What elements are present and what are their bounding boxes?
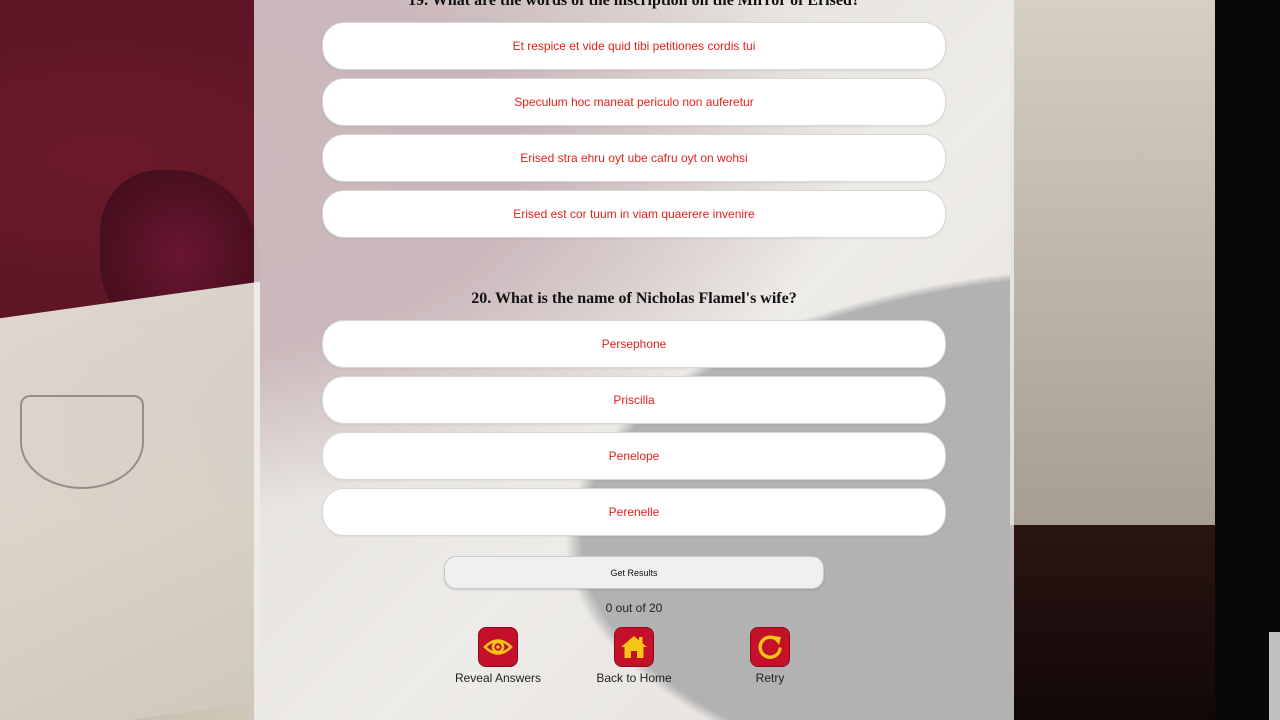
answer-20-b[interactable]: Priscilla [322, 376, 946, 424]
score-text: 0 out of 20 [605, 601, 663, 615]
reveal-answers-button[interactable] [478, 627, 518, 667]
answer-20-a[interactable]: Persephone [322, 320, 946, 368]
background-dark-edge [1215, 0, 1280, 720]
background-letter-left [0, 281, 260, 720]
background-letter-right [1010, 0, 1220, 525]
retry-label: Retry [755, 671, 785, 685]
back-to-home-label: Back to Home [596, 671, 672, 685]
answer-20-c[interactable]: Penelope [322, 432, 946, 480]
answer-19-a[interactable]: Et respice et vide quid tibi petitiones … [322, 22, 946, 70]
question-19-title: 19. What are the words of the inscriptio… [408, 0, 860, 9]
background-crest [20, 395, 144, 489]
get-results-button[interactable]: Get Results [444, 556, 824, 589]
background-shadow [1010, 525, 1220, 720]
eye-icon [483, 639, 513, 655]
home-icon [621, 636, 647, 658]
retry-button[interactable] [750, 627, 790, 667]
reveal-answers-label: Reveal Answers [454, 671, 542, 685]
answer-19-d[interactable]: Erised est cor tuum in viam quaerere inv… [322, 190, 946, 238]
retry-action[interactable]: Retry [700, 627, 840, 685]
question-20-title: 20. What is the name of Nicholas Flamel'… [471, 290, 797, 307]
answer-19-b[interactable]: Speculum hoc maneat periculo non auferet… [322, 78, 946, 126]
page-scrollbar[interactable] [1269, 632, 1280, 720]
answer-19-c[interactable]: Erised stra ehru oyt ube cafru oyt on wo… [322, 134, 946, 182]
quiz-panel: 19. What are the words of the inscriptio… [254, 0, 1014, 720]
retry-icon [758, 635, 782, 659]
back-to-home-button[interactable] [614, 627, 654, 667]
answer-20-d[interactable]: Perenelle [322, 488, 946, 536]
reveal-answers-action[interactable]: Reveal Answers [428, 627, 568, 685]
back-to-home-action[interactable]: Back to Home [564, 627, 704, 685]
